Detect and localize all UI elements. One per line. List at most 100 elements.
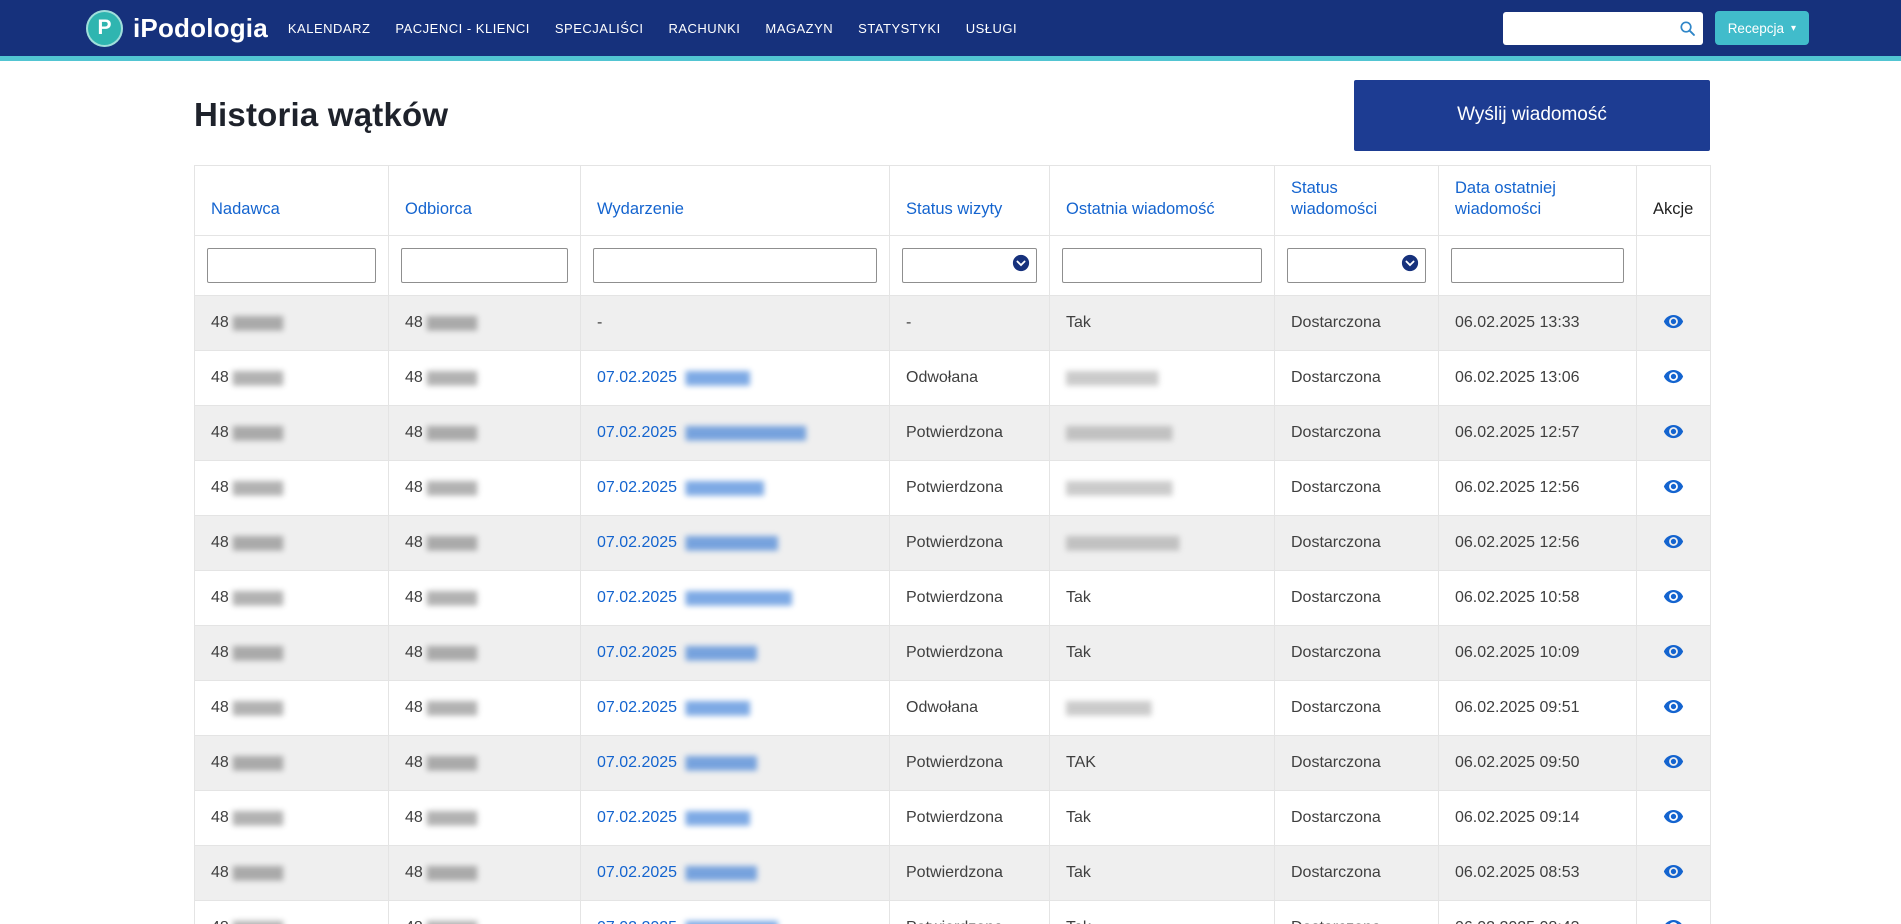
nav-item-pacjenci[interactable]: PACJENCI - KLIENCI xyxy=(395,21,529,36)
nav-item-magazyn[interactable]: MAGAZYN xyxy=(765,21,833,36)
brand-logo[interactable]: P iPodologia xyxy=(86,10,268,47)
cell-ostatnia-wiadomosc: ████████████████ xyxy=(1050,516,1275,571)
send-message-button[interactable]: Wyślij wiadomość xyxy=(1354,80,1710,151)
chevron-down-icon: ▾ xyxy=(1791,23,1796,34)
cell-status-wizyty: Odwołana xyxy=(890,351,1050,406)
view-thread-button[interactable] xyxy=(1661,694,1686,719)
table-row: 48███████ 48███████ 07.02.2025 █████████… xyxy=(195,846,1711,901)
cell-akcje xyxy=(1637,626,1711,681)
event-link[interactable]: 07.02.2025 █████████████████ xyxy=(597,424,805,441)
cell-akcje xyxy=(1637,461,1711,516)
cell-data-ostatniej: 06.02.2025 12:57 xyxy=(1439,406,1637,461)
cell-akcje xyxy=(1637,681,1711,736)
cell-akcje xyxy=(1637,736,1711,791)
nav-item-kalendarz[interactable]: KALENDARZ xyxy=(288,21,371,36)
filter-wydarzenie-input[interactable] xyxy=(593,248,877,283)
event-link[interactable]: 07.02.2025 ██████████ xyxy=(597,644,756,661)
view-thread-button[interactable] xyxy=(1661,859,1686,884)
header-status-wiadomosci[interactable]: Status wiadomości xyxy=(1275,166,1439,236)
cell-akcje xyxy=(1637,791,1711,846)
view-thread-button[interactable] xyxy=(1661,529,1686,554)
nav-item-uslugi[interactable]: USŁUGI xyxy=(966,21,1017,36)
search-input[interactable] xyxy=(1512,19,1679,37)
table-row: 48███████ 48███████ 07.02.2025 █████████… xyxy=(195,626,1711,681)
cell-status-wiadomosci: Dostarczona xyxy=(1275,406,1439,461)
nav-item-specjalisci[interactable]: SPECJALIŚCI xyxy=(555,21,644,36)
event-link[interactable]: 07.02.2025 █████████ xyxy=(597,699,749,716)
event-link[interactable]: 07.02.2025 █████████████ xyxy=(597,919,777,924)
cell-ostatnia-wiadomosc: ███████████████ xyxy=(1050,406,1275,461)
cell-odbiorca: 48███████ xyxy=(389,681,581,736)
user-menu-button[interactable]: Recepcja ▾ xyxy=(1715,11,1809,45)
cell-odbiorca: 48███████ xyxy=(389,406,581,461)
cell-odbiorca: 48███████ xyxy=(389,351,581,406)
view-thread-button[interactable] xyxy=(1661,584,1686,609)
cell-status-wiadomosci: Dostarczona xyxy=(1275,901,1439,924)
main-content: Historia wątków Wyślij wiadomość Nadawca… xyxy=(194,79,1710,924)
header-status-wizyty[interactable]: Status wizyty xyxy=(890,166,1050,236)
filter-status-wiadomosci-select[interactable] xyxy=(1287,248,1426,283)
cell-data-ostatniej: 06.02.2025 12:56 xyxy=(1439,461,1637,516)
event-link[interactable]: 07.02.2025 ██████████ xyxy=(597,864,756,881)
cell-ostatnia-wiadomosc: Tak xyxy=(1050,571,1275,626)
cell-status-wiadomosci: Dostarczona xyxy=(1275,571,1439,626)
cell-nadawca: 48███████ xyxy=(195,626,389,681)
event-link[interactable]: 07.02.2025 ██████████ xyxy=(597,754,756,771)
cell-ostatnia-wiadomosc: Tak xyxy=(1050,846,1275,901)
cell-akcje xyxy=(1637,406,1711,461)
cell-wydarzenie: 07.02.2025 ███████████ xyxy=(581,461,890,516)
filter-odbiorca-input[interactable] xyxy=(401,248,568,283)
nav-item-statystyki[interactable]: STATYSTYKI xyxy=(858,21,941,36)
table-row: 48███████ 48███████ 07.02.2025 █████████… xyxy=(195,516,1711,571)
view-thread-button[interactable] xyxy=(1661,639,1686,664)
cell-data-ostatniej: 06.02.2025 09:14 xyxy=(1439,791,1637,846)
header-nadawca[interactable]: Nadawca xyxy=(195,166,389,236)
cell-wydarzenie: 07.02.2025 ██████████ xyxy=(581,846,890,901)
view-thread-button[interactable] xyxy=(1661,749,1686,774)
event-link[interactable]: 07.02.2025 █████████ xyxy=(597,809,749,826)
cell-akcje xyxy=(1637,296,1711,351)
event-link[interactable]: 07.02.2025 █████████ xyxy=(597,369,749,386)
view-thread-button[interactable] xyxy=(1661,364,1686,389)
view-thread-button[interactable] xyxy=(1661,804,1686,829)
cell-akcje xyxy=(1637,516,1711,571)
view-thread-button[interactable] xyxy=(1661,474,1686,499)
table-row: 48███████ 48███████ 07.02.2025 █████████… xyxy=(195,461,1711,516)
page-title: Historia wątków xyxy=(194,96,448,134)
cell-status-wiadomosci: Dostarczona xyxy=(1275,296,1439,351)
event-link[interactable]: 07.02.2025 ███████████ xyxy=(597,479,763,496)
event-link[interactable]: 07.02.2025 ███████████████ xyxy=(597,589,791,606)
chevron-down-circle-icon xyxy=(1401,254,1419,277)
header-ostatnia-wiadomosc[interactable]: Ostatnia wiadomość xyxy=(1050,166,1275,236)
navbar: P iPodologia KALENDARZ PACJENCI - KLIENC… xyxy=(0,0,1901,61)
search-icon[interactable] xyxy=(1679,20,1696,37)
header-odbiorca[interactable]: Odbiorca xyxy=(389,166,581,236)
cell-odbiorca: 48███████ xyxy=(389,571,581,626)
view-thread-button[interactable] xyxy=(1661,914,1686,924)
event-link[interactable]: 07.02.2025 █████████████ xyxy=(597,534,777,551)
filter-ostatnia-wiadomosc-input[interactable] xyxy=(1062,248,1262,283)
cell-status-wizyty: Potwierdzona xyxy=(890,516,1050,571)
cell-data-ostatniej: 06.02.2025 08:43 xyxy=(1439,901,1637,924)
cell-nadawca: 48███████ xyxy=(195,516,389,571)
cell-wydarzenie: 07.02.2025 █████████ xyxy=(581,791,890,846)
cell-status-wiadomosci: Dostarczona xyxy=(1275,846,1439,901)
cell-nadawca: 48███████ xyxy=(195,296,389,351)
cell-wydarzenie: 07.02.2025 █████████ xyxy=(581,351,890,406)
cell-nadawca: 48███████ xyxy=(195,901,389,924)
brand-name: iPodologia xyxy=(133,13,268,44)
table-row: 48███████ 48███████ - - Tak Dostarczona … xyxy=(195,296,1711,351)
view-thread-button[interactable] xyxy=(1661,309,1686,334)
cell-nadawca: 48███████ xyxy=(195,791,389,846)
table-row: 48███████ 48███████ 07.02.2025 █████████… xyxy=(195,571,1711,626)
cell-ostatnia-wiadomosc: Tak xyxy=(1050,901,1275,924)
filter-status-wizyty-select[interactable] xyxy=(902,248,1037,283)
view-thread-button[interactable] xyxy=(1661,419,1686,444)
filter-data-input[interactable] xyxy=(1451,248,1624,283)
header-data-ostatniej[interactable]: Data ostatniej wiadomości xyxy=(1439,166,1637,236)
filter-nadawca-input[interactable] xyxy=(207,248,376,283)
nav-item-rachunki[interactable]: RACHUNKI xyxy=(668,21,740,36)
cell-data-ostatniej: 06.02.2025 08:53 xyxy=(1439,846,1637,901)
header-wydarzenie[interactable]: Wydarzenie xyxy=(581,166,890,236)
cell-odbiorca: 48███████ xyxy=(389,846,581,901)
